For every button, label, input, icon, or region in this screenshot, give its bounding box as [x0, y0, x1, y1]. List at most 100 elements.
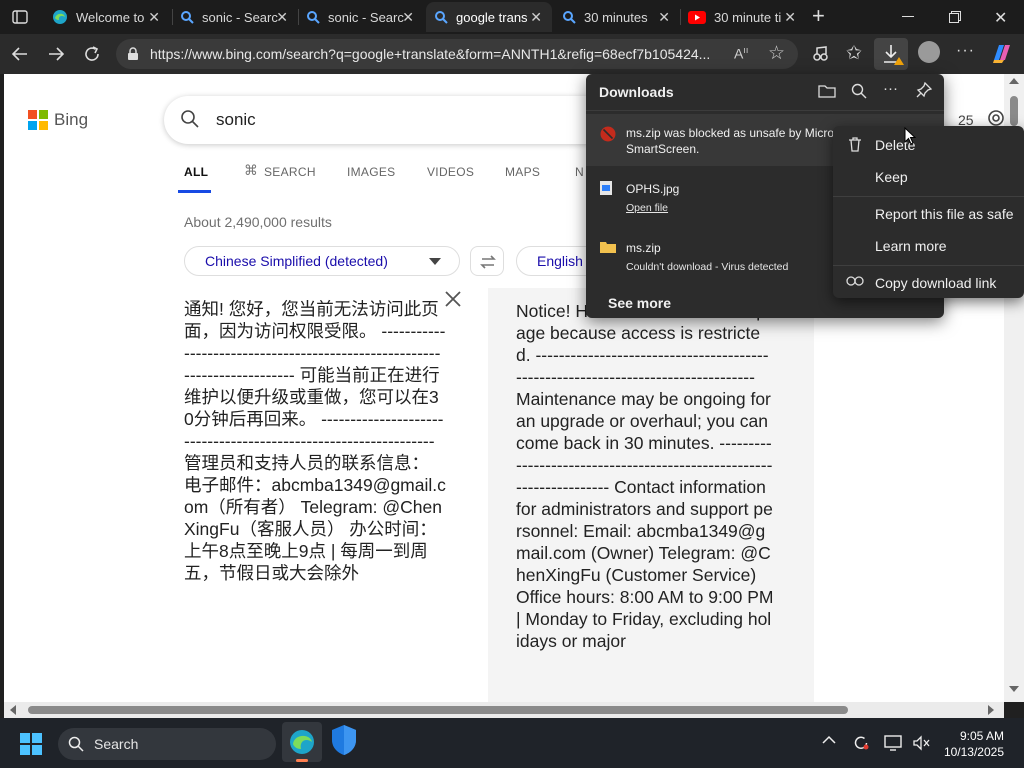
taskbar-search[interactable]: Search	[58, 728, 276, 760]
close-window-button[interactable]: ✕	[994, 8, 1007, 28]
scroll-left-arrow[interactable]	[10, 705, 16, 715]
profile-avatar[interactable]	[918, 41, 940, 63]
pin-icon[interactable]	[916, 82, 932, 98]
start-button[interactable]	[20, 733, 42, 755]
bing-logo[interactable]: Bing	[28, 110, 88, 130]
source-language-select[interactable]: Chinese Simplified (detected)	[184, 246, 460, 276]
network-volume-icon[interactable]	[912, 735, 930, 751]
search-input[interactable]: sonic	[164, 96, 624, 144]
read-aloud-icon[interactable]: Aıı	[734, 45, 748, 62]
more-options-icon[interactable]: ···	[883, 80, 898, 97]
download-filename: OPHS.jpg	[626, 182, 680, 196]
swap-icon	[480, 255, 496, 269]
url-text: https://www.bing.com/search?q=google+tra…	[150, 46, 711, 62]
close-icon[interactable]: ✕	[530, 9, 542, 26]
open-file-link[interactable]: Open file	[626, 202, 668, 214]
bing-search-icon	[306, 10, 320, 24]
tab-actions-icon[interactable]	[12, 9, 28, 25]
blocked-icon	[600, 126, 616, 142]
close-icon[interactable]: ✕	[658, 9, 670, 26]
nav-search[interactable]: SEARCH	[264, 165, 316, 179]
browser-toolbar: https://www.bing.com/search?q=google+tra…	[0, 34, 1024, 74]
nav-maps[interactable]: MAPS	[505, 165, 540, 179]
horizontal-scrollbar[interactable]	[4, 702, 1004, 718]
bing-search-icon	[434, 10, 448, 24]
microsoft-logo-icon	[28, 110, 48, 130]
more-options-icon[interactable]: ···	[956, 42, 975, 60]
sync-icon[interactable]	[852, 734, 870, 752]
back-button[interactable]	[10, 44, 30, 64]
rewards-icon[interactable]	[986, 108, 1004, 128]
close-icon[interactable]: ✕	[276, 9, 288, 26]
tab-title: sonic - Searc	[328, 9, 404, 25]
keep-menu-item[interactable]: Keep	[875, 169, 908, 185]
report-safe-menu-item[interactable]: Report this file as safe	[875, 206, 1014, 222]
source-text[interactable]: 通知! 您好，您当前无法访问此页面，因为访问权限受限。 ------------…	[184, 298, 446, 584]
scroll-up-arrow[interactable]	[1009, 78, 1019, 84]
clock[interactable]: 9:05 AM 10/13/2025	[944, 728, 1004, 760]
favorites-icon[interactable]: ✩	[846, 44, 866, 64]
new-tab-button[interactable]: +	[812, 5, 825, 27]
copilot-search-icon: ⌘	[244, 162, 258, 178]
edge-taskbar-icon[interactable]	[282, 722, 322, 762]
tab-title: google trans	[456, 9, 528, 25]
scroll-right-arrow[interactable]	[988, 705, 994, 715]
chevron-down-icon	[429, 258, 441, 266]
tab-bar: Welcome to ✕ sonic - Searc ✕ sonic - Sea…	[0, 0, 1024, 34]
copy-link-menu-item[interactable]: Copy download link	[875, 275, 996, 291]
tab-30-minutes[interactable]: 30 minutes ✕	[554, 2, 680, 32]
minimize-button[interactable]	[902, 16, 914, 17]
nav-videos[interactable]: VIDEOS	[427, 165, 474, 179]
tab-welcome[interactable]: Welcome to ✕	[44, 2, 170, 32]
display-icon[interactable]	[884, 735, 902, 751]
clear-text-icon[interactable]	[444, 290, 462, 308]
nav-all[interactable]: ALL	[184, 165, 208, 179]
lock-icon[interactable]	[127, 47, 139, 61]
target-language-label: English	[537, 253, 583, 269]
scroll-thumb[interactable]	[1010, 96, 1018, 126]
download-context-menu: Delete Keep Report this file as safe Lea…	[833, 126, 1024, 298]
image-file-icon	[600, 181, 612, 195]
source-language-label: Chinese Simplified (detected)	[205, 253, 388, 269]
open-folder-icon[interactable]	[818, 83, 836, 99]
trash-icon	[847, 136, 863, 152]
chevron-up-icon[interactable]	[822, 735, 836, 745]
folder-icon	[600, 241, 616, 253]
translation-output-panel: Notice! H... cannot access this page bec…	[488, 288, 814, 702]
restore-button[interactable]	[949, 11, 961, 23]
refresh-button[interactable]	[82, 44, 102, 64]
mouse-cursor-icon	[904, 127, 916, 145]
close-icon[interactable]: ✕	[784, 9, 796, 26]
download-filename: ms.zip was blocked as unsafe by Micros	[626, 126, 841, 140]
swap-languages-button[interactable]	[470, 246, 504, 276]
copilot-icon[interactable]	[990, 42, 1014, 64]
tab-sonic-2[interactable]: sonic - Searc ✕	[298, 2, 424, 32]
favorite-star-icon[interactable]: ☆	[768, 42, 785, 65]
clock-date: 10/13/2025	[943, 745, 1004, 759]
download-status: Couldn't download - Virus detected	[626, 261, 789, 273]
address-bar[interactable]: https://www.bing.com/search?q=google+tra…	[116, 39, 798, 69]
scroll-down-arrow[interactable]	[1009, 686, 1019, 692]
download-filename: ms.zip	[626, 241, 661, 255]
close-icon[interactable]: ✕	[148, 9, 160, 26]
nav-more[interactable]: N	[575, 165, 584, 179]
search-downloads-icon[interactable]	[851, 83, 867, 99]
bing-search-icon	[180, 10, 194, 24]
tab-title: 30 minute ti	[714, 9, 782, 25]
nav-images[interactable]: IMAGES	[347, 165, 395, 179]
nav-active-underline	[178, 190, 211, 193]
tab-google-translate[interactable]: google trans ✕	[426, 2, 552, 32]
tab-30-minute-timer[interactable]: 30 minute ti ✕	[680, 2, 806, 32]
tab-sonic-1[interactable]: sonic - Searc ✕	[172, 2, 298, 32]
defender-taskbar-icon[interactable]	[330, 724, 358, 756]
download-status: SmartScreen.	[626, 142, 700, 156]
scroll-thumb[interactable]	[28, 706, 848, 714]
close-icon[interactable]: ✕	[402, 9, 414, 26]
edge-icon	[52, 9, 68, 25]
learn-more-menu-item[interactable]: Learn more	[875, 238, 947, 254]
extensions-icon[interactable]	[810, 44, 830, 64]
tab-title: Welcome to	[76, 9, 145, 25]
see-more-link[interactable]: See more	[608, 295, 671, 311]
downloads-button[interactable]	[874, 38, 908, 70]
forward-button[interactable]	[46, 44, 66, 64]
